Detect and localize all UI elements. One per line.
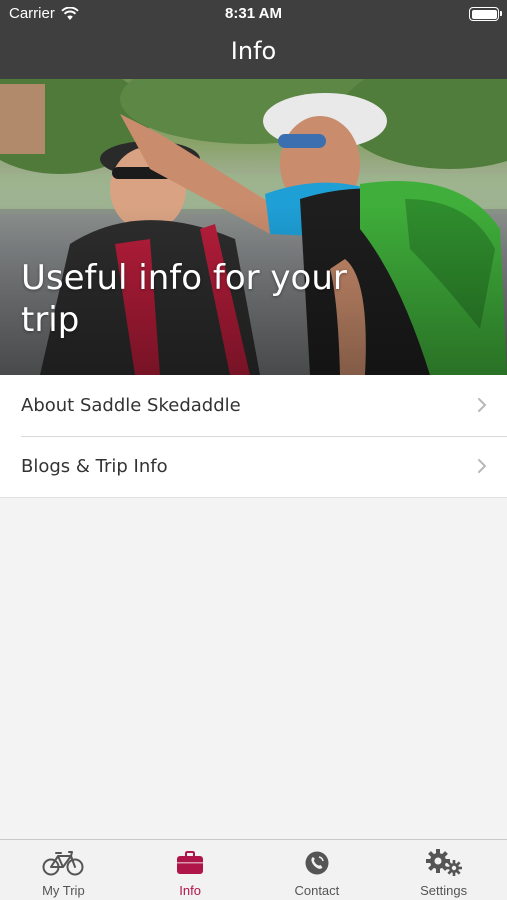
menu-item-about[interactable]: About Saddle Skedaddle [0, 375, 507, 436]
clock: 8:31 AM [225, 5, 282, 22]
bicycle-icon [42, 851, 84, 876]
tab-label: Info [179, 883, 201, 898]
tab-contact[interactable]: Contact [254, 840, 381, 900]
status-bar: Carrier 8:31 AM [0, 0, 507, 28]
chevron-right-icon [478, 398, 487, 412]
tab-settings[interactable]: Settings [380, 840, 507, 900]
hero-banner: Useful info for your trip [0, 79, 507, 375]
tab-bar: My Trip Info Contact Settings [0, 839, 507, 900]
chevron-right-icon [478, 459, 487, 473]
page-title: Info [230, 37, 277, 65]
menu-item-label: About Saddle Skedaddle [21, 395, 241, 416]
battery-icon [469, 7, 502, 21]
tab-label: Settings [420, 883, 468, 898]
hero-title: Useful info for your trip [21, 258, 347, 340]
info-menu-list: About Saddle Skedaddle Blogs & Trip Info [0, 375, 507, 498]
menu-item-blogs[interactable]: Blogs & Trip Info [0, 436, 507, 497]
gears-icon [425, 849, 462, 876]
tab-label: Contact [294, 883, 340, 898]
tab-info[interactable]: Info [127, 840, 254, 900]
menu-item-label: Blogs & Trip Info [21, 456, 168, 477]
tab-label: My Trip [42, 883, 85, 898]
tab-my-trip[interactable]: My Trip [0, 840, 127, 900]
navigation-bar: Info [0, 28, 507, 79]
briefcase-icon [177, 851, 204, 874]
phone-icon [305, 851, 329, 875]
